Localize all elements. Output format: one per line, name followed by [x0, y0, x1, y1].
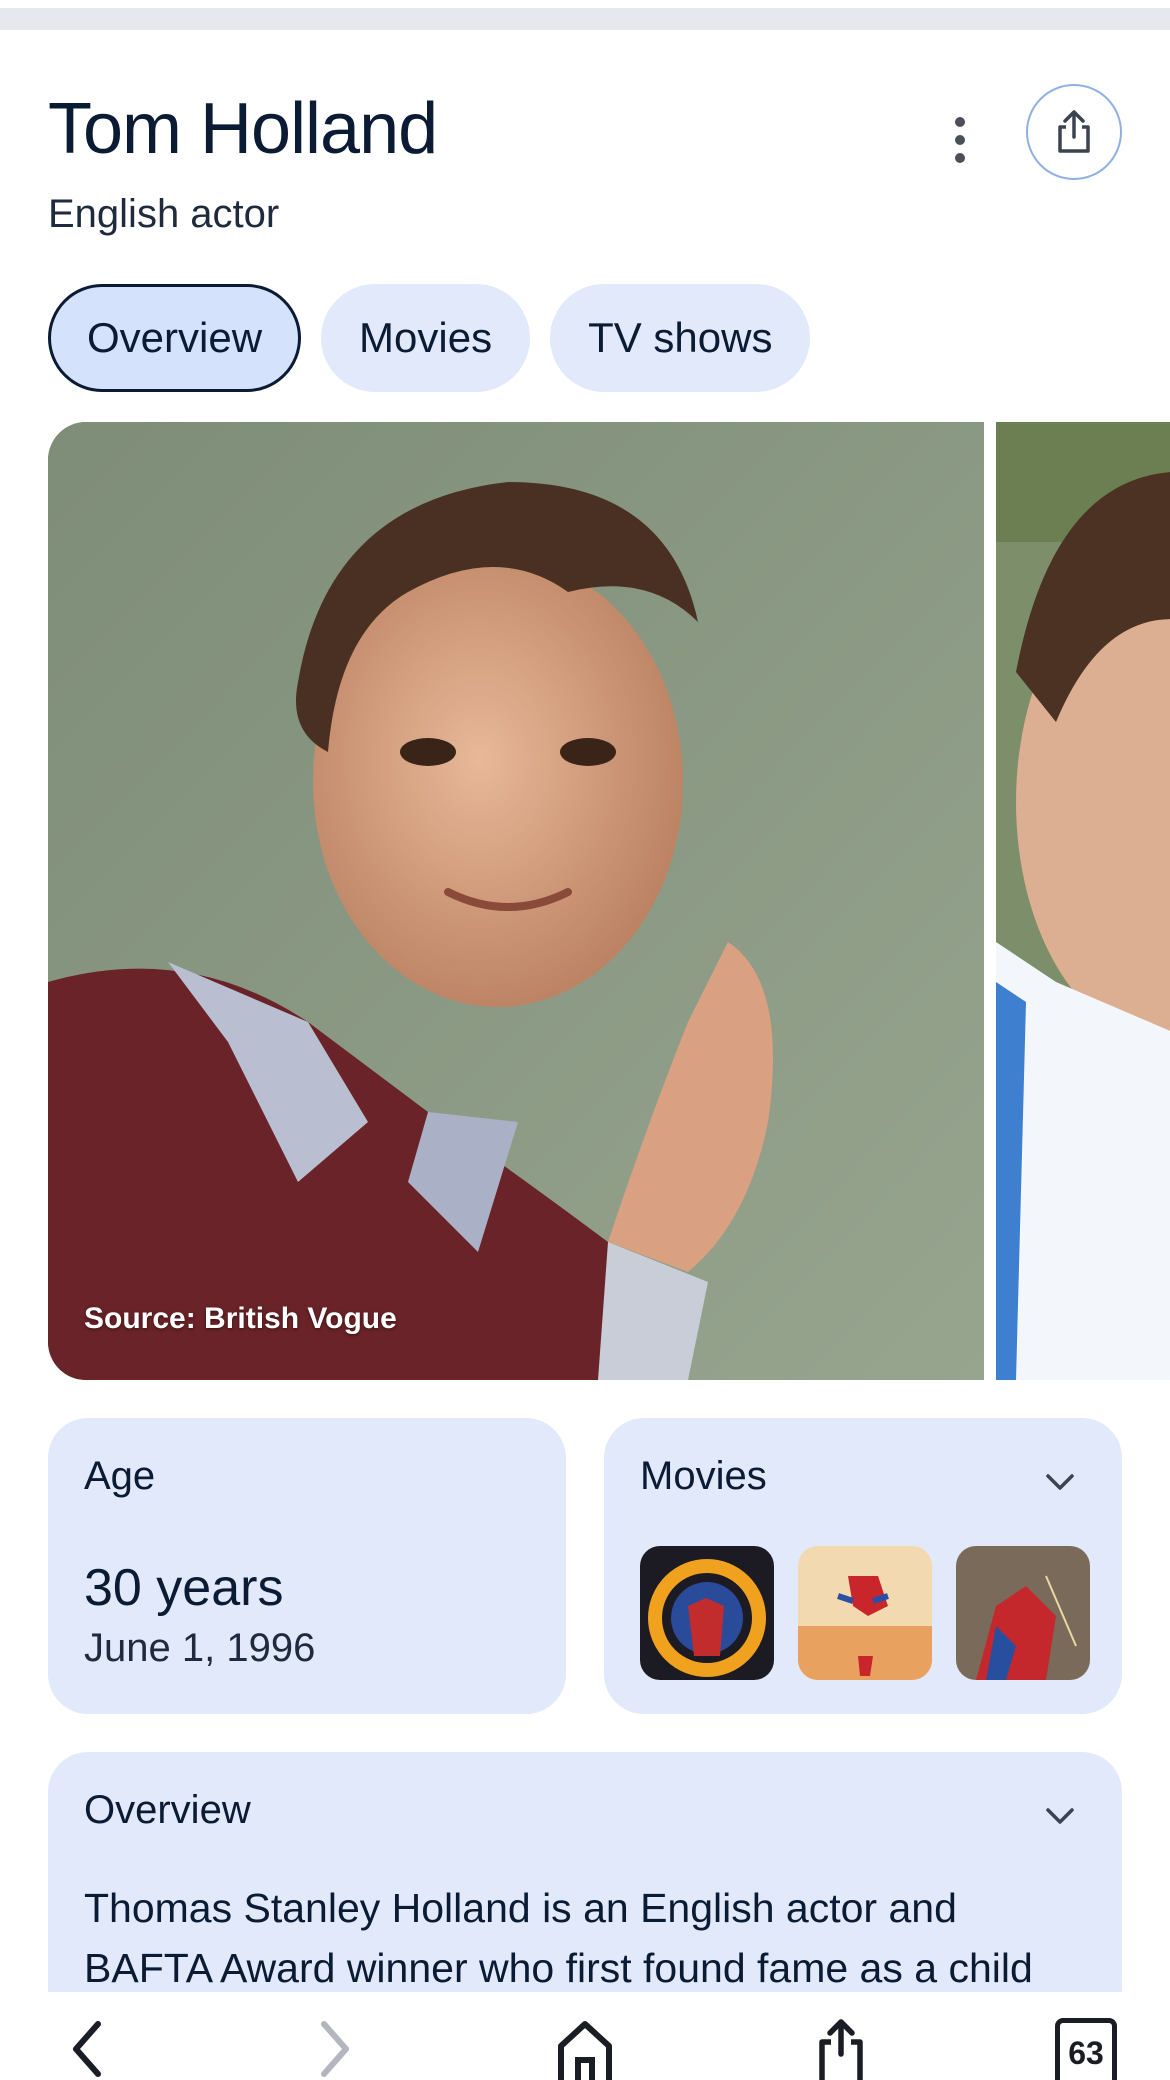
share-button[interactable] [1026, 84, 1122, 180]
share-icon [1058, 110, 1090, 153]
image-source: Source: British Vogue [84, 1302, 397, 1335]
browser-toolbar: 63 [0, 1992, 1170, 2080]
tab-movies[interactable]: Movies [321, 284, 531, 392]
overview-label: Overview [84, 1788, 251, 1832]
forward-icon [321, 2021, 349, 2077]
entity-title: Tom Holland [48, 89, 438, 169]
second-photo-illustration [996, 422, 1170, 1380]
overview-card[interactable]: Overview Thomas Stanley Holland is an En… [48, 1752, 1122, 2012]
second-photo[interactable] [996, 422, 1170, 1380]
top-divider [0, 8, 1170, 30]
entity-subtitle: English actor [48, 192, 280, 236]
portrait-illustration [48, 422, 984, 1380]
more-dot-icon [955, 153, 965, 163]
more-dot-icon [955, 135, 965, 145]
poster-art [956, 1546, 1090, 1680]
poster-art [640, 1546, 774, 1680]
chevron-down-icon[interactable] [1042, 1798, 1078, 1834]
more-options-button[interactable] [928, 100, 992, 180]
movie-poster[interactable] [798, 1546, 932, 1680]
top-strip [0, 0, 1170, 32]
share-icon [819, 2019, 863, 2080]
age-value: 30 years [84, 1559, 284, 1617]
age-card: Age 30 years June 1, 1996 [48, 1418, 566, 1714]
back-button[interactable] [56, 2018, 116, 2080]
more-dot-icon [955, 117, 965, 127]
tab-count: 63 [1068, 2035, 1104, 2071]
image-gallery[interactable]: Source: British Vogue [48, 422, 1170, 1380]
home-button[interactable] [554, 2018, 616, 2080]
movie-poster[interactable] [640, 1546, 774, 1680]
tab-overview[interactable]: Overview [48, 284, 302, 392]
movies-card[interactable]: Movies [604, 1418, 1122, 1714]
movie-posters [640, 1546, 1090, 1680]
tabs-icon: 63 [1055, 2018, 1117, 2080]
age-label: Age [84, 1454, 156, 1498]
poster-art [798, 1546, 932, 1680]
chevron-down-icon[interactable] [1042, 1464, 1078, 1500]
knowledge-header: Tom Holland English actor [48, 80, 1122, 250]
portrait-photo[interactable]: Source: British Vogue [48, 422, 984, 1380]
forward-button[interactable] [306, 2018, 366, 2080]
birth-date: June 1, 1996 [84, 1626, 316, 1670]
home-icon [558, 2021, 612, 2080]
movies-label: Movies [640, 1454, 767, 1498]
entity-tabs: Overview Movies TV shows [48, 284, 811, 392]
back-icon [73, 2021, 101, 2077]
movie-poster[interactable] [956, 1546, 1090, 1680]
tab-tv-shows[interactable]: TV shows [550, 284, 811, 392]
tabs-button[interactable]: 63 [1054, 2018, 1118, 2080]
overview-text: Thomas Stanley Holland is an English act… [84, 1885, 1033, 1991]
toolbar-share-button[interactable] [810, 2018, 872, 2080]
